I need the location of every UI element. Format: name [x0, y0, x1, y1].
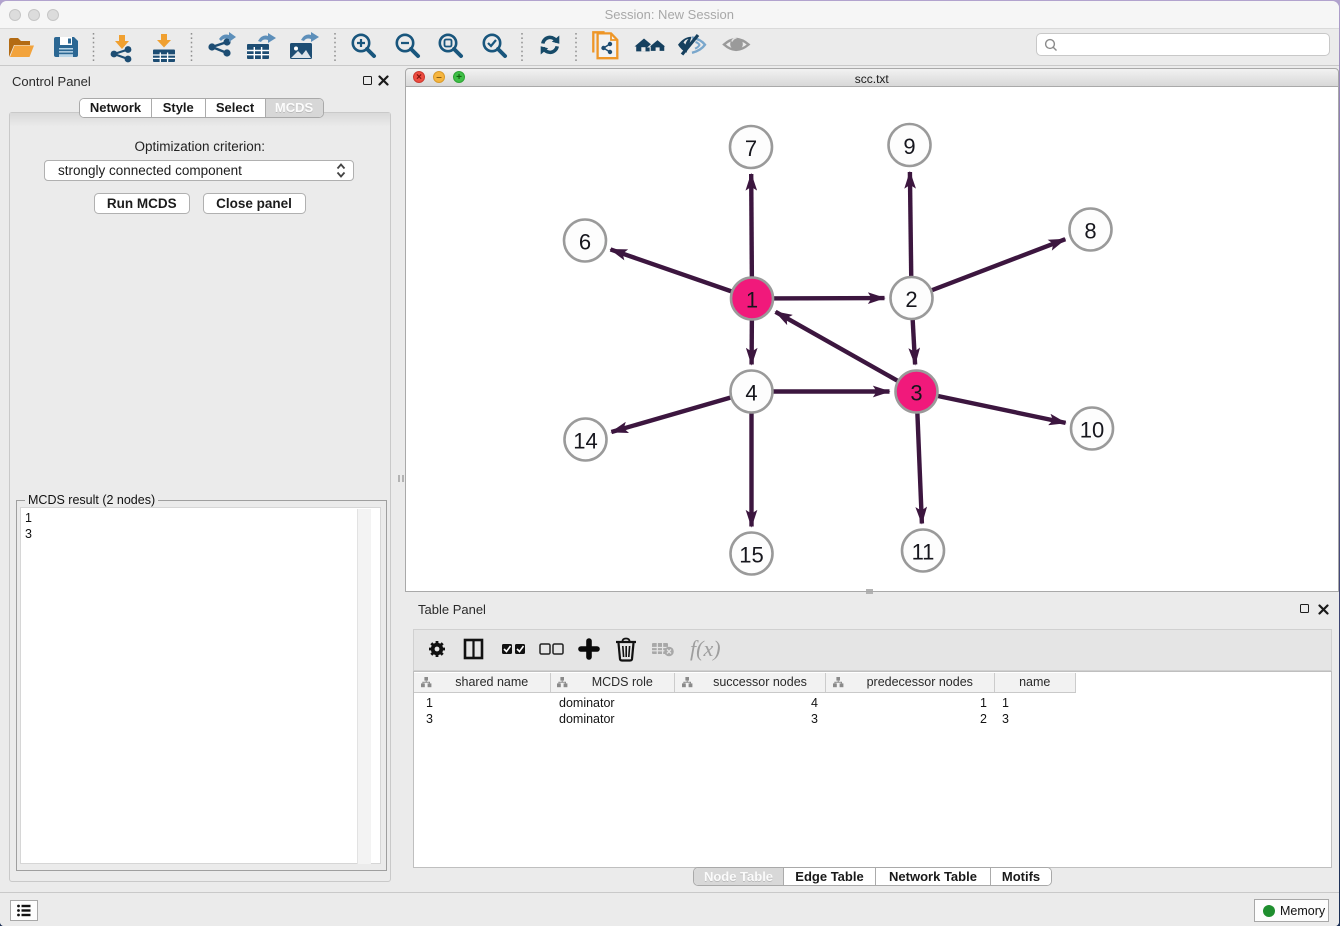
svg-text:9: 9: [903, 134, 915, 159]
svg-text:7: 7: [745, 136, 757, 161]
svg-text:2: 2: [905, 287, 917, 312]
svg-text:3: 3: [910, 381, 922, 406]
svg-text:10: 10: [1080, 418, 1104, 443]
svg-text:15: 15: [739, 543, 763, 568]
svg-text:4: 4: [745, 381, 757, 406]
svg-text:1: 1: [746, 288, 758, 313]
svg-text:8: 8: [1084, 219, 1096, 244]
svg-text:14: 14: [573, 429, 597, 454]
svg-text:11: 11: [912, 540, 935, 565]
svg-text:6: 6: [579, 230, 591, 255]
